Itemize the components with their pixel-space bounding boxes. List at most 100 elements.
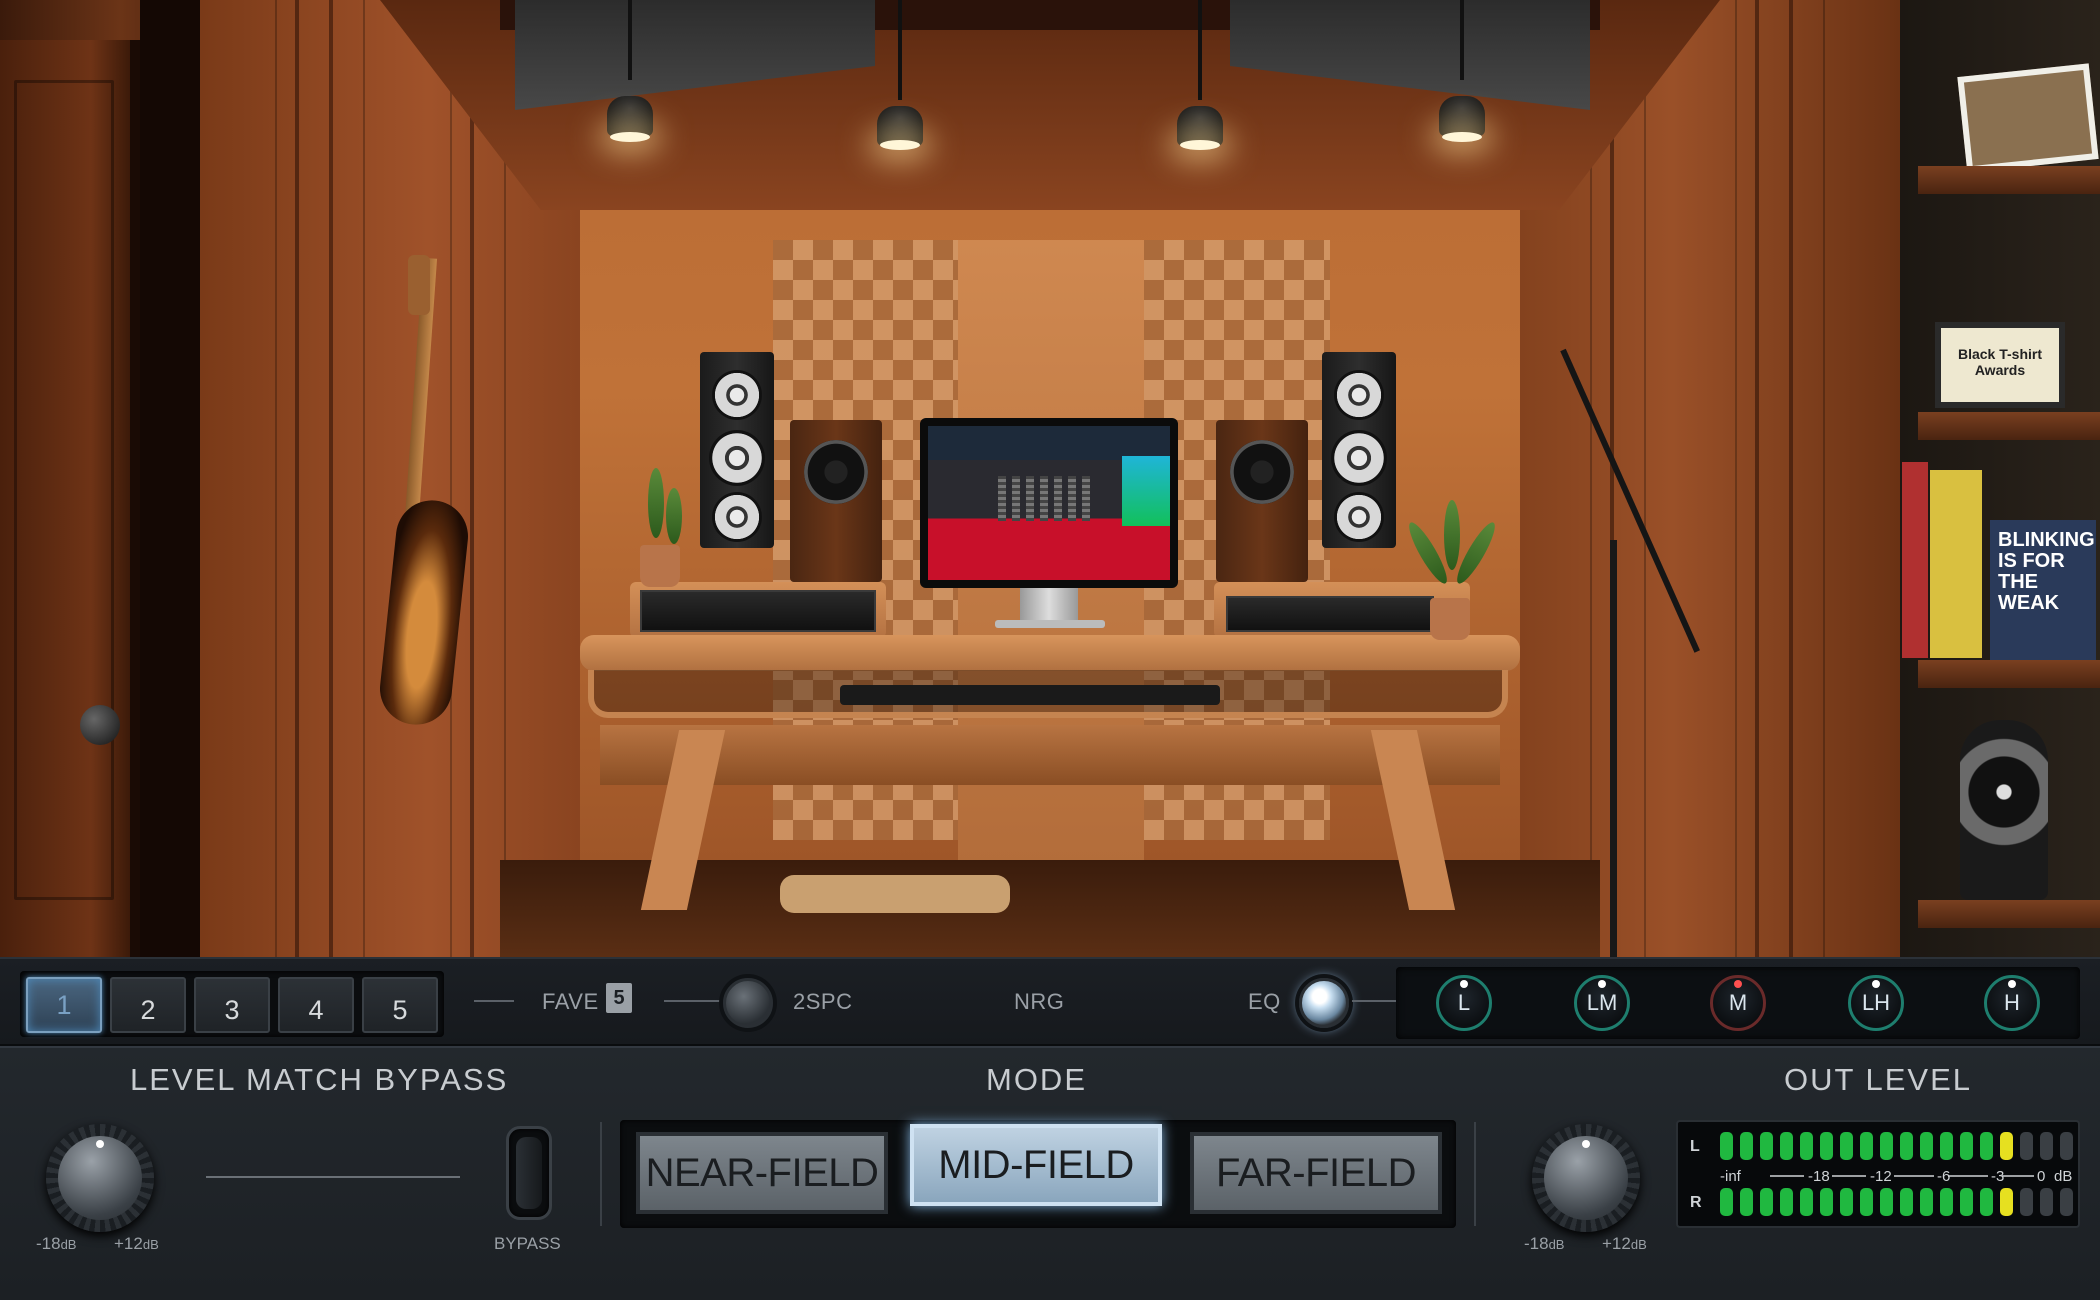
guitar-headstock — [408, 255, 430, 315]
desk-lower — [600, 725, 1500, 785]
eq-high-knob[interactable]: H — [1984, 975, 2040, 1031]
2spc-toggle-button[interactable] — [723, 978, 773, 1028]
near-field-button[interactable]: NEAR-FIELD — [636, 1132, 888, 1214]
meter-segment — [1840, 1132, 1853, 1160]
meter-segment — [2040, 1132, 2053, 1160]
eq-low-knob[interactable]: L — [1436, 975, 1492, 1031]
acoustic-slat-panel — [275, 0, 365, 957]
eq-low-high-knob[interactable]: LH — [1848, 975, 1904, 1031]
plant-leaf — [1444, 500, 1460, 570]
fave-slot-1-button[interactable]: 1 — [26, 977, 102, 1033]
knob-indicator — [96, 1140, 104, 1148]
knob-cap — [58, 1136, 142, 1220]
meter-segment — [1860, 1188, 1873, 1216]
scale-tick: -18 — [1808, 1168, 1830, 1185]
2spc-label: 2SPC — [793, 989, 853, 1014]
out-level-knob[interactable] — [1532, 1124, 1640, 1232]
lamp-glow — [610, 132, 650, 142]
wall-shelf — [1918, 166, 2100, 194]
woofer — [709, 430, 765, 486]
outboard-gear-right — [1226, 596, 1434, 632]
daw-screen — [928, 426, 1170, 580]
meter-segment — [1980, 1188, 1993, 1216]
ceiling-lamp — [607, 96, 653, 136]
scale-tick: 0 — [2037, 1168, 2045, 1185]
wall-shelf — [1918, 412, 2100, 440]
ceiling-lamp — [1439, 96, 1485, 136]
studio-room-image: Black T-shirt Awards BLINKING IS FOR THE… — [0, 0, 2100, 957]
knob-indicator — [1582, 1140, 1590, 1148]
lamp-glow — [1442, 132, 1482, 142]
meter-row-left — [1720, 1132, 2073, 1160]
tweeter — [1334, 370, 1384, 420]
wall-shelf — [1918, 660, 2100, 688]
scale-tick: dB — [2054, 1168, 2072, 1185]
knob-indicator — [1460, 980, 1468, 988]
knob-indicator — [1598, 980, 1606, 988]
level-match-max-label: +12dB — [114, 1234, 159, 1253]
wall-shelf — [1918, 900, 2100, 928]
meter-segment — [2020, 1132, 2033, 1160]
meter-segment — [1740, 1188, 1753, 1216]
door-jamb — [140, 0, 202, 957]
meter-segment — [1840, 1188, 1853, 1216]
meter-segment — [1880, 1132, 1893, 1160]
eq-low-mid-knob[interactable]: LM — [1574, 975, 1630, 1031]
connector-line — [1352, 1000, 1396, 1002]
eq-toggle-button[interactable] — [1299, 978, 1349, 1028]
lamp-glow — [1180, 140, 1220, 150]
meter-segment — [1800, 1132, 1813, 1160]
fave-slot-2-button[interactable]: 2 — [110, 977, 186, 1033]
meter-segment — [2000, 1132, 2013, 1160]
out-level-title: OUT LEVEL — [1784, 1062, 1973, 1097]
level-match-knob[interactable] — [46, 1124, 154, 1232]
meter-segment — [1820, 1132, 1833, 1160]
main-speaker-right — [1322, 352, 1396, 548]
meter-segment — [2060, 1132, 2073, 1160]
knob-indicator — [2008, 980, 2016, 988]
bypass-switch[interactable] — [506, 1126, 552, 1220]
level-match-min-label: -18dB — [36, 1234, 77, 1253]
level-match-title: LEVEL MATCH BYPASS — [130, 1062, 509, 1097]
meter-segment — [1800, 1188, 1813, 1216]
lamp-glow — [880, 140, 920, 150]
book-cover: BLINKING IS FOR THE WEAK — [1990, 520, 2096, 660]
main-control-panel: LEVEL MATCH BYPASS -18dB +12dB BYPASS MO… — [0, 1046, 2100, 1300]
mode-title: MODE — [986, 1062, 1087, 1097]
eq-band-label: H — [2004, 990, 2020, 1015]
meter-segment — [1940, 1188, 1953, 1216]
level-match-line — [206, 1176, 460, 1178]
cactus-leaf — [666, 488, 682, 544]
knob-indicator — [1734, 980, 1742, 988]
fave-slot-4-button[interactable]: 4 — [278, 977, 354, 1033]
meter-segment — [2020, 1188, 2033, 1216]
tweeter — [712, 370, 762, 420]
favorite-slots: 1 2 3 4 5 — [20, 971, 444, 1037]
nrg-label[interactable]: NRG — [1014, 989, 1064, 1015]
mid-field-button[interactable]: MID-FIELD — [910, 1124, 1162, 1206]
fave-save-icon[interactable]: 5 — [606, 983, 632, 1013]
out-level-max-label: +12dB — [1602, 1234, 1647, 1253]
door-knob — [80, 705, 120, 745]
photo-frame — [1957, 63, 2099, 173]
fave-slot-3-button[interactable]: 3 — [194, 977, 270, 1033]
divider-line — [474, 1000, 514, 1002]
fave-slot-5-button[interactable]: 5 — [362, 977, 438, 1033]
monitor-speaker-right — [1216, 420, 1308, 582]
meter-segment — [1940, 1132, 1953, 1160]
eq-band-label: L — [1457, 990, 1471, 1015]
monitor-woofer — [804, 440, 868, 504]
eq-band-label: M — [1728, 990, 1748, 1015]
section-divider — [1474, 1122, 1476, 1226]
meter-segment — [1760, 1188, 1773, 1216]
meter-segment — [1760, 1132, 1773, 1160]
meter-segment — [1860, 1132, 1873, 1160]
eq-mid-knob[interactable]: M — [1710, 975, 1766, 1031]
far-field-button[interactable]: FAR-FIELD — [1190, 1132, 1442, 1214]
woofer — [712, 492, 762, 542]
meter-segment — [1960, 1188, 1973, 1216]
magazine — [1930, 470, 1982, 658]
eq-label: EQ — [1248, 989, 1281, 1014]
plant-pot — [1430, 598, 1470, 640]
plant-pot — [640, 545, 680, 587]
